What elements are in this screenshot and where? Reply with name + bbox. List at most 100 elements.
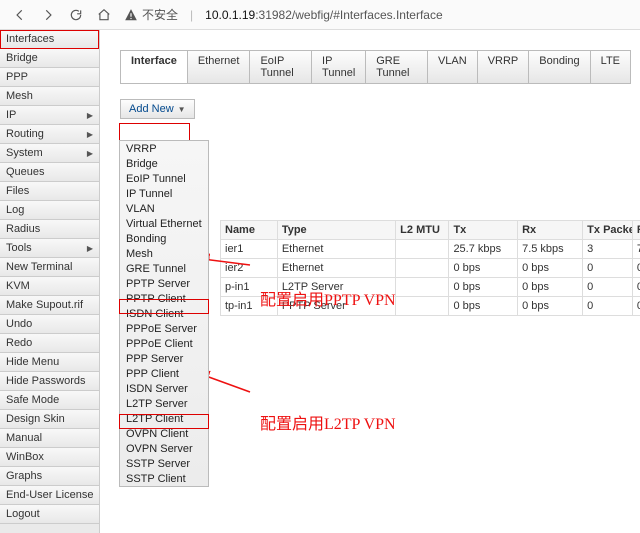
chevron-right-icon: ▶ (87, 239, 93, 258)
tab-vlan[interactable]: VLAN (427, 50, 478, 84)
sidebar-item-system[interactable]: System▶ (0, 144, 99, 163)
sidebar-item-radius[interactable]: Radius (0, 220, 99, 239)
dropdown-item-vlan[interactable]: VLAN (120, 201, 208, 216)
tab-gre-tunnel[interactable]: GRE Tunnel (365, 50, 428, 84)
sidebar-item-mesh[interactable]: Mesh (0, 87, 99, 106)
tab-interface[interactable]: Interface (120, 50, 188, 84)
sidebar-item-label: Redo (6, 334, 32, 353)
cell-rxp: 0 (632, 259, 640, 278)
sidebar: InterfacesBridgePPPMeshIP▶Routing▶System… (0, 30, 100, 533)
sidebar-item-ppp[interactable]: PPP (0, 68, 99, 87)
sidebar-item-label: IP (6, 106, 16, 125)
tab-ip-tunnel[interactable]: IP Tunnel (311, 50, 366, 84)
sidebar-item-label: Tools (6, 239, 32, 258)
dropdown-item-isdn-server[interactable]: ISDN Server (120, 381, 208, 396)
sidebar-item-log[interactable]: Log (0, 201, 99, 220)
sidebar-item-label: Hide Menu (6, 353, 59, 372)
cell-rxp: 7 (632, 240, 640, 259)
th-rx[interactable]: Rx (518, 221, 583, 240)
sidebar-item-label: New Terminal (6, 258, 72, 277)
sidebar-item-redo[interactable]: Redo (0, 334, 99, 353)
sidebar-item-bridge[interactable]: Bridge (0, 49, 99, 68)
dropdown-item-sstp-client[interactable]: SSTP Client (120, 471, 208, 486)
dropdown-item-virtual-ethernet[interactable]: Virtual Ethernet (120, 216, 208, 231)
cell-l2mtu (396, 259, 449, 278)
dropdown-item-pptp-server[interactable]: PPTP Server (120, 276, 208, 291)
dropdown-item-isdn-client[interactable]: ISDN Client (120, 306, 208, 321)
dropdown-item-ovpn-server[interactable]: OVPN Server (120, 441, 208, 456)
sidebar-item-design-skin[interactable]: Design Skin (0, 410, 99, 429)
sidebar-item-tools[interactable]: Tools ▶ (0, 239, 99, 258)
dropdown-item-ip-tunnel[interactable]: IP Tunnel (120, 186, 208, 201)
sidebar-item-label: Mesh (6, 87, 33, 106)
home-icon[interactable] (96, 7, 112, 23)
dropdown-item-ppp-server[interactable]: PPP Server (120, 351, 208, 366)
sidebar-item-end-user-license[interactable]: End-User License (0, 486, 99, 505)
cell-rx: 0 bps (518, 278, 583, 297)
sidebar-item-undo[interactable]: Undo (0, 315, 99, 334)
dropdown-item-pptp-client[interactable]: PPTP Client (120, 291, 208, 306)
tabs-row: InterfaceEthernetEoIP TunnelIP TunnelGRE… (120, 50, 630, 84)
sidebar-item-winbox[interactable]: WinBox (0, 448, 99, 467)
sidebar-item-hide-menu[interactable]: Hide Menu (0, 353, 99, 372)
dropdown-item-l2tp-server[interactable]: L2TP Server (120, 396, 208, 411)
dropdown-item-vrrp[interactable]: VRRP (120, 141, 208, 156)
sidebar-item-label: Design Skin (6, 410, 65, 429)
sidebar-item-hide-passwords[interactable]: Hide Passwords (0, 372, 99, 391)
address-bar[interactable]: 10.0.1.19:31982/webfig/#Interfaces.Inter… (205, 8, 443, 22)
sidebar-item-queues[interactable]: Queues (0, 163, 99, 182)
chevron-down-icon: ▼ (178, 105, 186, 114)
sidebar-item-safe-mode[interactable]: Safe Mode (0, 391, 99, 410)
table-row[interactable]: ier1Ethernet25.7 kbps7.5 kbps370 (221, 240, 640, 259)
forward-icon[interactable] (40, 7, 56, 23)
sidebar-item-manual[interactable]: Manual (0, 429, 99, 448)
dropdown-item-pppoe-server[interactable]: PPPoE Server (120, 321, 208, 336)
annotation-l2tp: 配置启用L2TP VPN (260, 410, 396, 434)
sidebar-item-label: End-User License (6, 486, 93, 505)
sidebar-item-files[interactable]: Files (0, 182, 99, 201)
sidebar-item-graphs[interactable]: Graphs (0, 467, 99, 486)
dropdown-item-bonding[interactable]: Bonding (120, 231, 208, 246)
dropdown-item-bridge[interactable]: Bridge (120, 156, 208, 171)
sidebar-item-label: Make Supout.rif (6, 296, 83, 315)
sidebar-item-new-terminal[interactable]: New Terminal (0, 258, 99, 277)
refresh-icon[interactable] (68, 7, 84, 23)
cell-rx: 7.5 kbps (518, 240, 583, 259)
sidebar-item-routing[interactable]: Routing▶ (0, 125, 99, 144)
th-rxp[interactable]: Rx Packet (p/s) (632, 221, 640, 240)
th-tx[interactable]: Tx (449, 221, 518, 240)
sidebar-item-kvm[interactable]: KVM (0, 277, 99, 296)
dropdown-item-sstp-server[interactable]: SSTP Server (120, 456, 208, 471)
back-icon[interactable] (12, 7, 28, 23)
security-warning: 不安全 (124, 6, 178, 23)
sidebar-item-label: Safe Mode (6, 391, 59, 410)
th-txp[interactable]: Tx Packet (p/s) (583, 221, 633, 240)
tab-ethernet[interactable]: Ethernet (187, 50, 251, 84)
dropdown-item-pppoe-client[interactable]: PPPoE Client (120, 336, 208, 351)
add-new-button[interactable]: Add New ▼ (120, 99, 195, 119)
sidebar-item-label: Manual (6, 429, 42, 448)
dropdown-item-l2tp-client[interactable]: L2TP Client (120, 411, 208, 426)
sidebar-item-label: KVM (6, 277, 30, 296)
dropdown-item-ovpn-client[interactable]: OVPN Client (120, 426, 208, 441)
cell-rx: 0 bps (518, 259, 583, 278)
dropdown-item-mesh[interactable]: Mesh (120, 246, 208, 261)
sidebar-item-label: Interfaces (6, 30, 54, 49)
dropdown-item-eoip-tunnel[interactable]: EoIP Tunnel (120, 171, 208, 186)
dropdown-item-gre-tunnel[interactable]: GRE Tunnel (120, 261, 208, 276)
tab-vrrp[interactable]: VRRP (477, 50, 530, 84)
dropdown-item-ppp-client[interactable]: PPP Client (120, 366, 208, 381)
sidebar-item-logout[interactable]: Logout (0, 505, 99, 524)
sidebar-item-ip[interactable]: IP▶ (0, 106, 99, 125)
tab-eoip-tunnel[interactable]: EoIP Tunnel (249, 50, 312, 84)
th-name[interactable]: Name (221, 221, 278, 240)
th-l2mtu[interactable]: L2 MTU (396, 221, 449, 240)
sidebar-item-label: Graphs (6, 467, 42, 486)
tab-bonding[interactable]: Bonding (528, 50, 590, 84)
sidebar-item-interfaces[interactable]: Interfaces (0, 30, 99, 49)
add-new-label: Add New (129, 103, 174, 115)
table-row[interactable]: ier2Ethernet0 bps0 bps000 (221, 259, 640, 278)
th-type[interactable]: Type (277, 221, 395, 240)
tab-lte[interactable]: LTE (590, 50, 631, 84)
sidebar-item-make-supout-rif[interactable]: Make Supout.rif (0, 296, 99, 315)
